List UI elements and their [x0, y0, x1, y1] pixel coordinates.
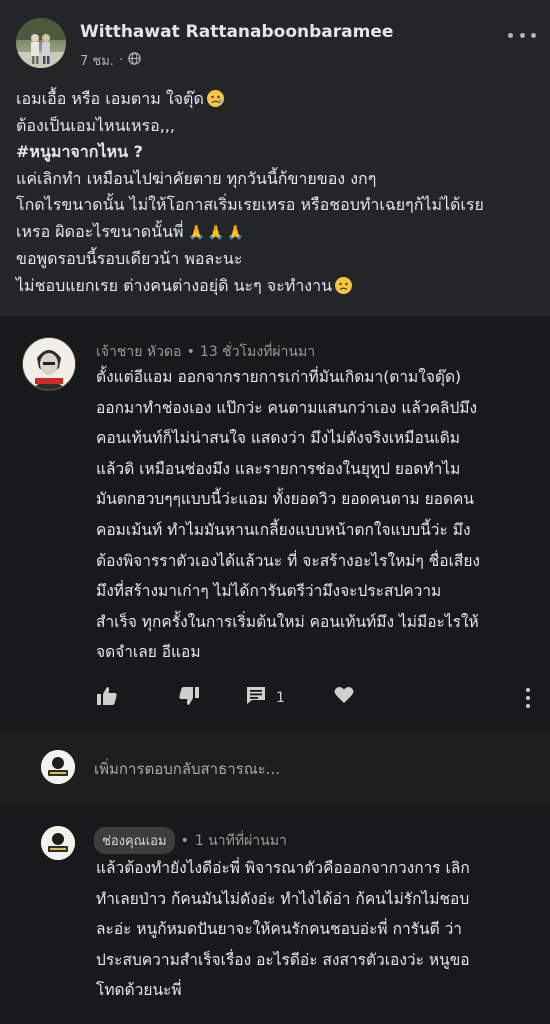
- more-options-icon[interactable]: [508, 25, 536, 45]
- post-meta: 7 ชม. ·: [80, 50, 141, 71]
- reply-time: 1 นาทีที่ผ่านมา: [194, 832, 287, 849]
- reply-line: แล้วต้องทำยังไงดีอ่ะพี่ พิจารณาตัวคือออก…: [96, 859, 470, 877]
- comment-line: ต้องพิจารราตัวเองได้แล้วนะ ที่ จะสร้างอะ…: [96, 551, 481, 570]
- comment-line: จดจำเลย อีแอม: [96, 643, 201, 662]
- comment-line: มึงที่สร้างมาเก่าๆ ไม่ได้การันตรีว่ามึงจ…: [96, 582, 442, 601]
- reply-line: ทำเลยป่าว ก้คนมันไม่ดังอ่ะ ทำไงได้อ่า ก้…: [96, 889, 470, 908]
- post-author-name[interactable]: Witthawat Rattanaboonbaramee: [80, 22, 393, 42]
- post-line: ไม่ชอบแยกเรย ต่างคนต่างอยุ่ดิ นะๆ จะทำงา…: [16, 273, 536, 300]
- reply-input[interactable]: เพิ่มการตอบกลับสาธารณะ...: [94, 757, 280, 781]
- comment-actions: 1: [96, 686, 536, 712]
- post-time[interactable]: 7 ชม.: [80, 50, 114, 71]
- post-line: โกดไรขนาดนั้น ไม่ให้โอกาสเริ่มเรยเหรอ หร…: [16, 195, 484, 214]
- post-line: ต้องเป็นเอมไหนเหรอ,,,: [16, 115, 176, 135]
- comment-line: ออกมาทำช่องเอง แป๊กว่ะ คนตามแสนกว่าเอง แ…: [96, 398, 478, 417]
- post-text: เอมเอื้อ หรือ เอมตาม ใจตุ๊ด ต้องเป็นเอมไ…: [16, 86, 536, 299]
- vertical-more-icon[interactable]: [526, 688, 530, 708]
- author-avatar[interactable]: [16, 18, 66, 68]
- commenter-avatar[interactable]: [22, 337, 76, 391]
- thumbs-down-icon[interactable]: [178, 686, 200, 706]
- channel-avatar[interactable]: [41, 826, 75, 860]
- meta-separator: •: [186, 344, 195, 360]
- reply-text: แล้วต้องทำยังไงดีอ่ะพี่ พิจารณาตัวคือออก…: [96, 853, 536, 1006]
- reply-header: ช่องคุณเอม • 1 นาทีที่ผ่านมา: [94, 827, 287, 854]
- hashtag-line[interactable]: #หนูมาจากไหน ?: [16, 139, 536, 166]
- thumbs-up-icon[interactable]: [96, 686, 118, 706]
- meta-separator: •: [180, 832, 189, 849]
- current-user-avatar: [41, 750, 75, 784]
- comment-line: สำเร็จ ทุกครั้งในการเริ่มต้นใหม่ คอนเท้น…: [96, 612, 479, 631]
- comment-text: ตั้งแต่อีแอม ออกจากรายการเก่าที่มันเกิดม…: [96, 362, 536, 668]
- channel-owner-badge[interactable]: ช่องคุณเอม: [94, 827, 175, 854]
- reply-line: โทดด้วยนะพี่: [96, 981, 182, 1000]
- comment-header: เจ้าชาย หัวดอ • 13 ชั่วโมงที่ผ่านมา: [96, 341, 315, 363]
- heart-icon[interactable]: [334, 686, 354, 704]
- post-line: แค่เลิกทำ เหมือนไปฆ่าคัยตาย ทุกวันนี้ก้ข…: [16, 168, 377, 188]
- meta-separator: ·: [118, 53, 124, 68]
- reply-comment-button[interactable]: 1: [246, 686, 285, 709]
- praying-hands-icon: 🙏🙏🙏: [187, 224, 246, 241]
- reply-line: ละอ่ะ หนูก้หมดปันยาจะให้คนรักคนชอบอ่ะพี่…: [96, 920, 462, 939]
- post-line: เอมเอื้อ หรือ เอมตาม ใจตุ๊ด: [16, 86, 536, 113]
- reply-count: 1: [276, 689, 285, 706]
- post-line: เหรอ ผิดอะไรขนาดนั้นพี่ 🙏🙏🙏: [16, 219, 536, 247]
- globe-icon: [128, 52, 141, 69]
- reply-comment-icon: [246, 686, 266, 709]
- comment-time: 13 ชั่วโมงที่ผ่านมา: [199, 344, 316, 360]
- comment-line: คอมเม้นท์ ทำไมมันหานเกลี้ยงแบบหน้าตกใจแบ…: [96, 520, 471, 539]
- post-line: ขอพูดรอบนี้รอบเดียวน้า พอละนะ: [16, 249, 243, 268]
- comment-author[interactable]: เจ้าชาย หัวดอ: [96, 344, 181, 360]
- comment-line: คอนเท้นท์ก็ไม่น่าสนใจ แสดงว่า มึงไม่ดังจ…: [96, 429, 460, 448]
- reply-line: ประสบความสำเร็จเรื่อง อะไรดีอ่ะ สงสารตัว…: [96, 950, 470, 969]
- facebook-post: Witthawat Rattanaboonbaramee 7 ชม. · เอม…: [0, 0, 550, 316]
- crying-emoji-icon: [206, 90, 224, 107]
- reply-input-bar[interactable]: เพิ่มการตอบกลับสาธารณะ...: [0, 732, 550, 804]
- comment-line: ตั้งแต่อีแอม ออกจากรายการเก่าที่มันเกิดม…: [96, 368, 462, 386]
- worried-emoji-icon: [335, 276, 353, 294]
- comment-line: มันตกฮวบๆๆแบบนี้ว่ะแอม ทั้งยอดวิว ยอดคนต…: [96, 490, 474, 509]
- comment-line: แล้วดิ เหมือนช่องมึง และรายการช่องในยุทู…: [96, 459, 461, 478]
